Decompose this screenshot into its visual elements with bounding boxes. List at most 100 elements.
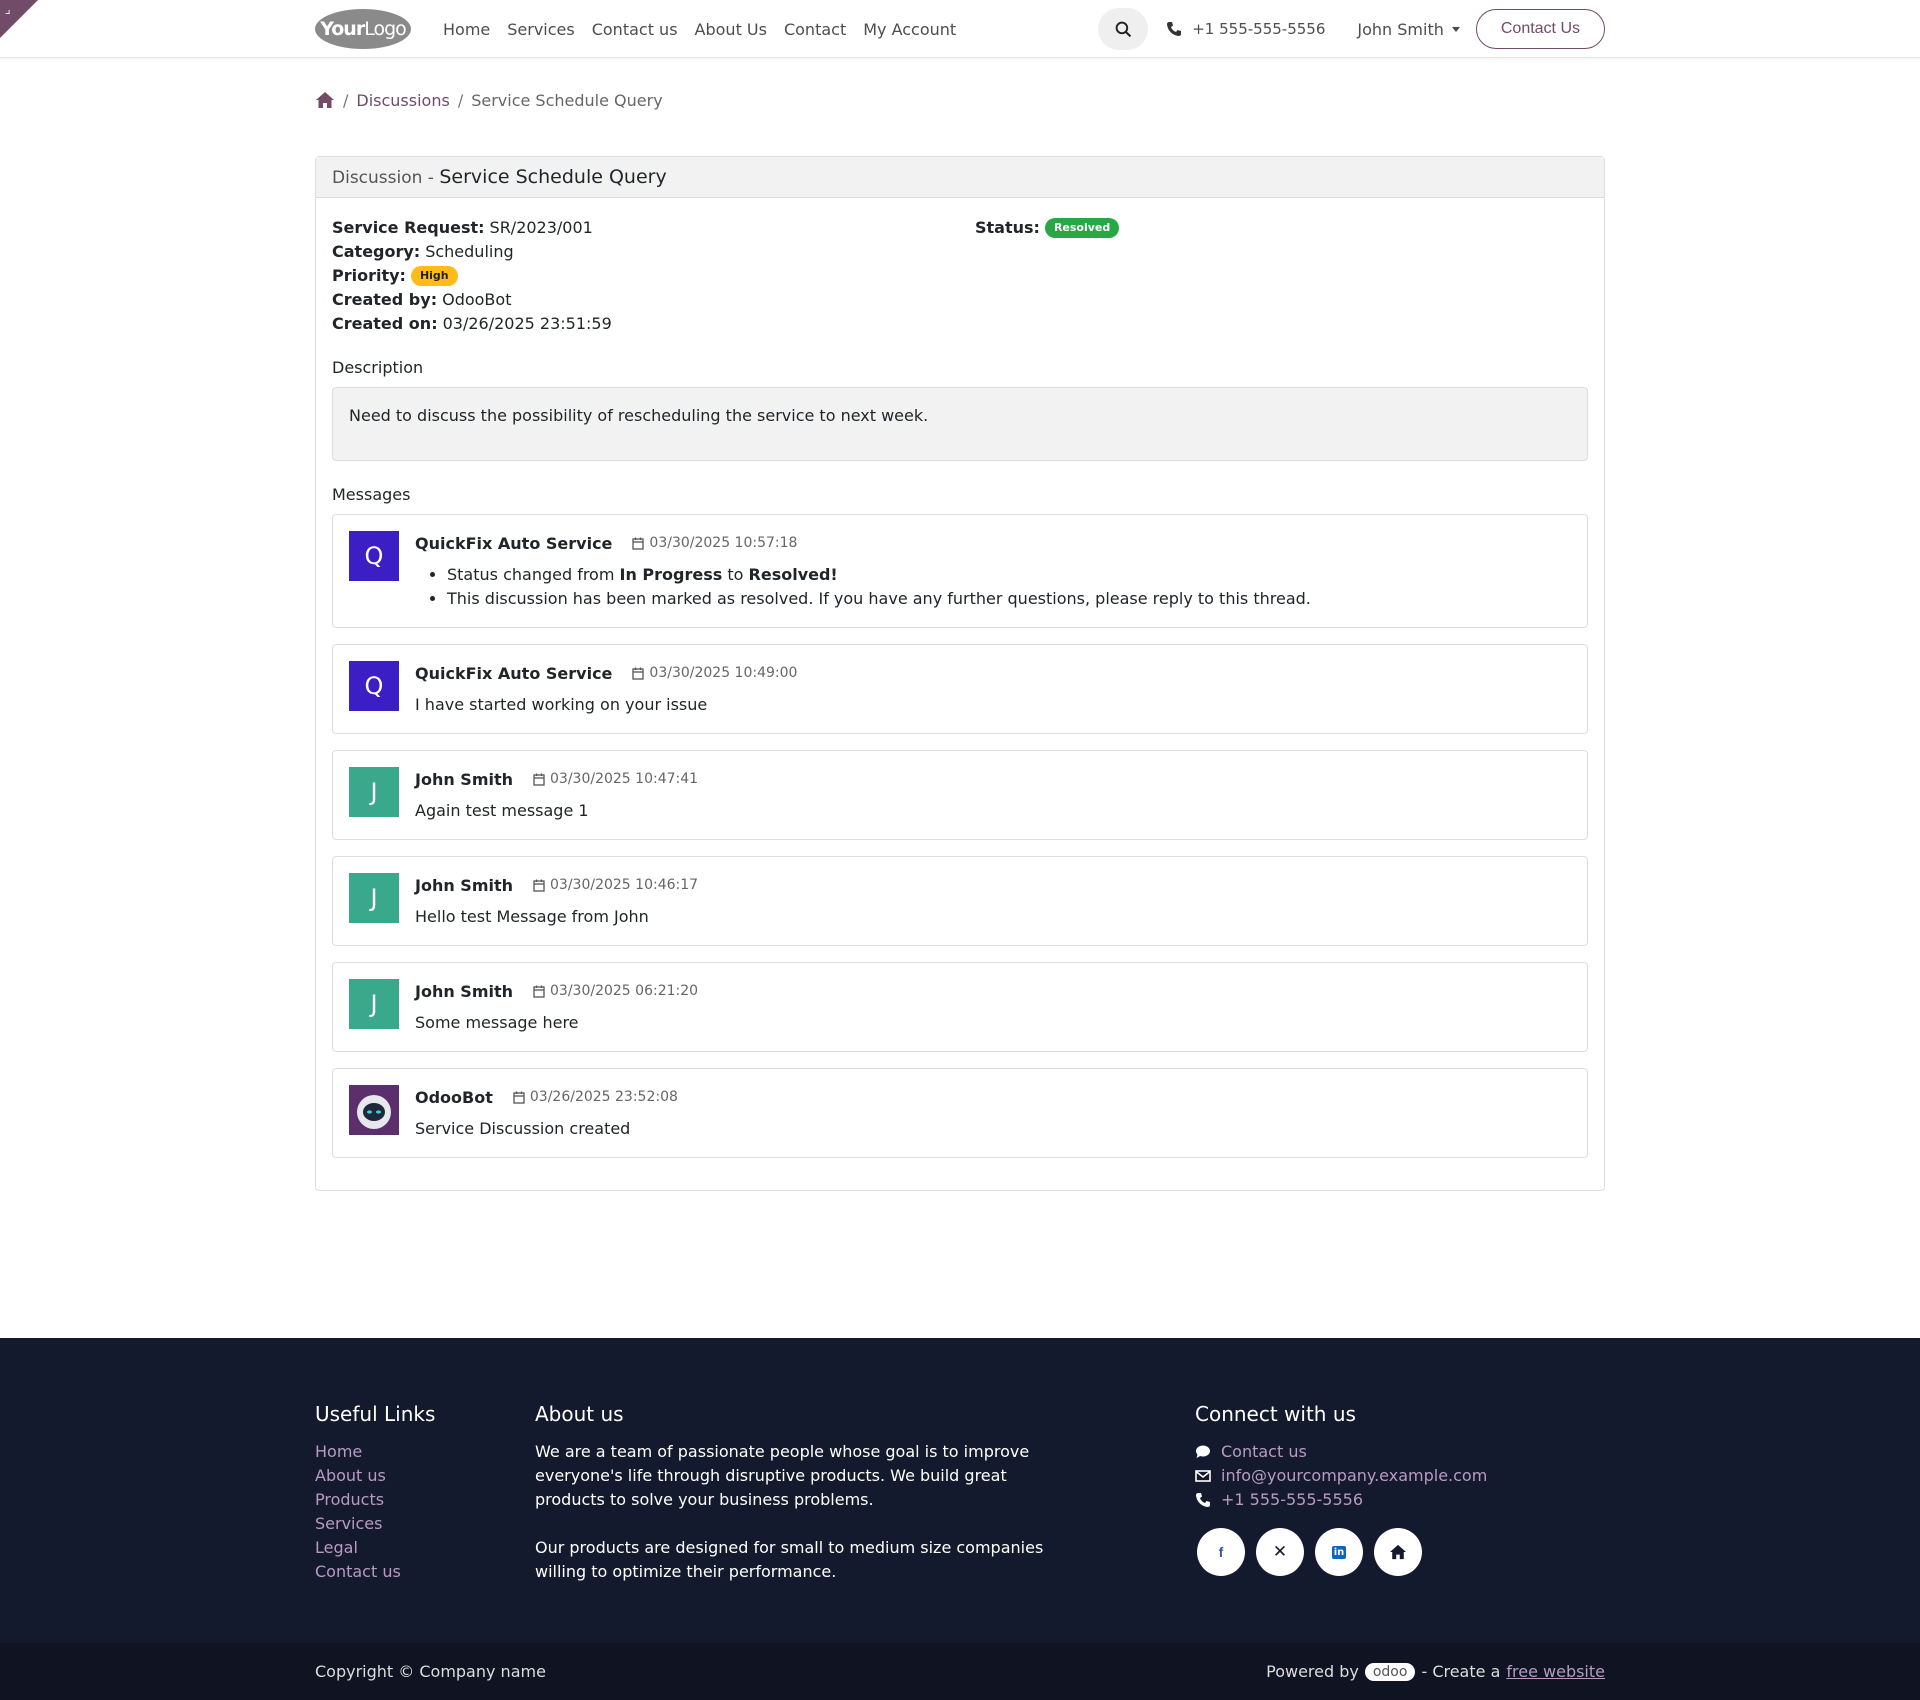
robot-icon <box>349 1085 399 1135</box>
calendar-icon <box>533 985 545 998</box>
message-date: 03/30/2025 10:49:00 <box>632 665 797 681</box>
footer-link-contact[interactable]: Contact us <box>315 1560 535 1584</box>
status-label: Status: <box>975 218 1040 237</box>
created-on-row: Created on: 03/26/2025 23:51:59 <box>332 312 975 336</box>
message-item: J John Smith 03/30/2025 10:46:17 Hello t… <box>332 856 1588 946</box>
nav-about-us[interactable]: About Us <box>695 20 767 39</box>
discussion-header-prefix: Discussion - <box>332 168 440 188</box>
calendar-icon <box>533 773 545 786</box>
footer-link-products[interactable]: Products <box>315 1488 535 1512</box>
site-header: ⌟ Your Logo Home Services Contact us Abou… <box>0 0 1920 58</box>
about-column: About us We are a team of passionate peo… <box>535 1402 1195 1608</box>
created-on-label: Created on: <box>332 314 438 333</box>
priority-row: Priority: High <box>332 264 975 288</box>
created-on-value: 03/26/2025 23:51:59 <box>442 314 612 333</box>
message-list: Q QuickFix Auto Service 03/30/2025 10:57… <box>332 514 1588 1158</box>
free-website-link[interactable]: free website <box>1506 1662 1605 1681</box>
connect-contact-link[interactable]: Contact us <box>1195 1440 1487 1464</box>
message-item: J John Smith 03/30/2025 10:47:41 Again t… <box>332 750 1588 840</box>
message-author: John Smith <box>415 981 514 1001</box>
connect-email-link[interactable]: info@yourcompany.example.com <box>1195 1464 1487 1488</box>
footer-link-services[interactable]: Services <box>315 1512 535 1536</box>
message-body: Some message here <box>415 1013 579 1032</box>
user-menu[interactable]: John Smith <box>1357 19 1460 39</box>
message-author: OdooBot <box>415 1087 493 1107</box>
footer-link-about[interactable]: About us <box>315 1464 535 1488</box>
category-row: Category: Scheduling <box>332 240 975 264</box>
site-logo[interactable]: Your Logo <box>315 9 411 49</box>
service-request-value: SR/2023/001 <box>489 218 593 237</box>
discussion-card-header: Discussion - Service Schedule Query <box>316 157 1604 198</box>
message-date: 03/26/2025 23:52:08 <box>513 1089 678 1105</box>
nav-contact-us[interactable]: Contact us <box>592 20 678 39</box>
breadcrumb-separator: / <box>457 90 464 110</box>
message-author: QuickFix Auto Service <box>415 663 613 683</box>
nav-home[interactable]: Home <box>443 20 490 39</box>
odoobot-avatar <box>349 1085 399 1135</box>
message-body: I have started working on your issue <box>415 695 708 714</box>
breadcrumb: / Discussions / Service Schedule Query <box>315 88 1605 112</box>
message-date: 03/30/2025 10:57:18 <box>632 535 797 551</box>
message-item: Q QuickFix Auto Service 03/30/2025 10:49… <box>332 644 1588 734</box>
about-title: About us <box>535 1402 624 1426</box>
about-paragraph-1: We are a team of passionate people whose… <box>535 1442 1030 1509</box>
message-date: 03/30/2025 06:21:20 <box>533 983 698 999</box>
created-by-row: Created by: OdooBot <box>332 288 975 312</box>
connect-column: Connect with us Contact us info@yourcomp… <box>1195 1402 1487 1608</box>
header-phone[interactable]: +1 555-555-5556 <box>1166 20 1325 38</box>
chevron-down-icon <box>1451 26 1460 32</box>
odoo-logo[interactable]: odoo <box>1364 1662 1416 1681</box>
main-content: / Discussions / Service Schedule Query D… <box>315 88 1605 1191</box>
home-icon[interactable] <box>1374 1528 1422 1576</box>
avatar: J <box>349 979 399 1029</box>
breadcrumb-discussions[interactable]: Discussions <box>356 91 449 110</box>
message-date: 03/30/2025 10:46:17 <box>533 877 698 893</box>
facebook-icon[interactable]: f <box>1197 1528 1245 1576</box>
priority-label: Priority: <box>332 266 406 285</box>
discussion-card: Discussion - Service Schedule Query Serv… <box>315 156 1605 1191</box>
about-paragraph-2: Our products are designed for small to m… <box>535 1538 1044 1581</box>
footer-link-legal[interactable]: Legal <box>315 1536 535 1560</box>
description-box: Need to discuss the possibility of resch… <box>332 387 1588 461</box>
footer-link-home[interactable]: Home <box>315 1440 535 1464</box>
status-row: Status: Resolved <box>975 216 1120 240</box>
avatar: J <box>349 873 399 923</box>
create-text: - Create a <box>1421 1662 1501 1681</box>
useful-links-column: Useful Links Home About us Products Serv… <box>315 1402 535 1608</box>
message-body: Hello test Message from John <box>415 907 649 926</box>
chat-bubble-icon <box>1196 1445 1210 1458</box>
message-item: OdooBot 03/26/2025 23:52:08 Service Disc… <box>332 1068 1588 1158</box>
description-label: Description <box>332 358 424 377</box>
message-bullet: This discussion has been marked as resol… <box>447 587 1571 611</box>
corner-icon: ⌟ <box>5 2 11 16</box>
envelope-icon <box>1195 1470 1211 1482</box>
header-phone-text: +1 555-555-5556 <box>1192 20 1326 38</box>
created-by-value: OdooBot <box>442 290 512 309</box>
powered-by-text: Powered by <box>1266 1662 1359 1681</box>
x-twitter-icon[interactable]: ✕ <box>1256 1528 1304 1576</box>
avatar: J <box>349 767 399 817</box>
main-nav: Home Services Contact us About Us Contac… <box>443 20 956 39</box>
nav-my-account[interactable]: My Account <box>863 20 956 39</box>
contact-us-button[interactable]: Contact Us <box>1475 9 1605 49</box>
avatar: Q <box>349 531 399 581</box>
nav-contact[interactable]: Contact <box>784 20 846 39</box>
created-by-label: Created by: <box>332 290 438 309</box>
useful-links-title: Useful Links <box>315 1402 436 1426</box>
home-icon[interactable] <box>315 91 335 109</box>
message-bullet: Status changed from In Progress to Resol… <box>447 563 1571 587</box>
service-request-row: Service Request: SR/2023/001 <box>332 216 975 240</box>
messages-label: Messages <box>332 485 411 504</box>
calendar-icon <box>632 667 645 680</box>
nav-services[interactable]: Services <box>507 20 574 39</box>
connect-phone-link[interactable]: +1 555-555-5556 <box>1195 1488 1487 1512</box>
linkedin-icon[interactable]: in <box>1315 1528 1363 1576</box>
calendar-icon <box>533 879 545 892</box>
search-button[interactable] <box>1098 8 1149 50</box>
discussion-info: Service Request: SR/2023/001 Category: Sch… <box>332 216 1588 336</box>
user-name: John Smith <box>1357 19 1444 39</box>
copyright-bar: Copyright © Company name Powered by odoo… <box>0 1643 1920 1700</box>
phone-icon <box>1167 22 1182 36</box>
category-value: Scheduling <box>425 242 514 261</box>
breadcrumb-current: Service Schedule Query <box>471 90 663 110</box>
